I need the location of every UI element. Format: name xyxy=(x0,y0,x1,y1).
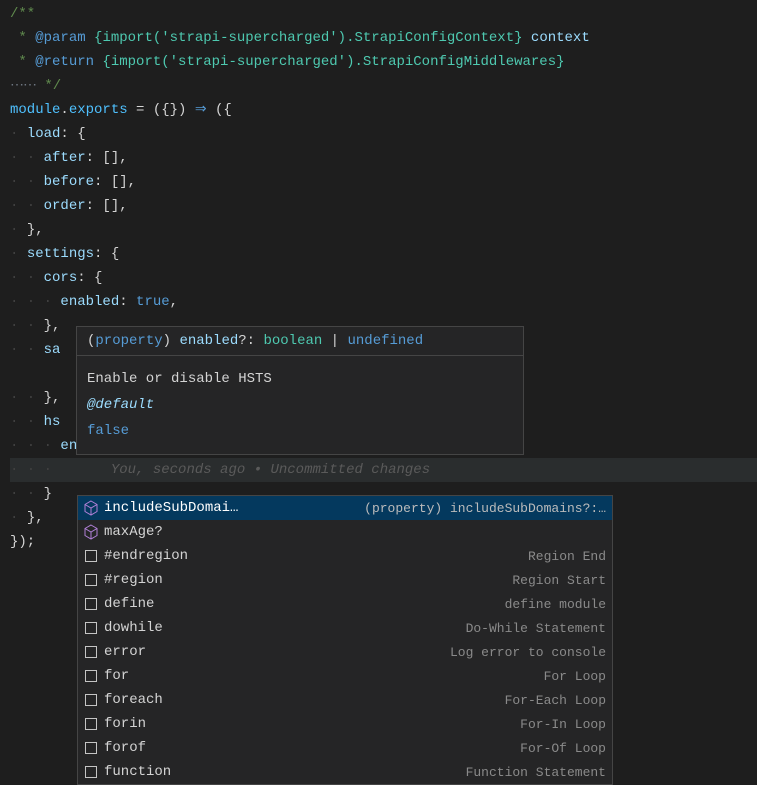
code-line: · }, xyxy=(10,218,757,242)
snippet-icon xyxy=(82,715,100,733)
suggest-item[interactable]: dowhile Do-While Statement xyxy=(78,616,612,640)
suggest-item[interactable]: maxAge? xyxy=(78,520,612,544)
code-line: · · before: [], xyxy=(10,170,757,194)
suggest-item[interactable]: forof For-Of Loop xyxy=(78,736,612,760)
suggest-item[interactable]: for For Loop xyxy=(78,664,612,688)
suggest-item-label: forof xyxy=(104,740,146,756)
suggest-item-detail: define module xyxy=(505,597,606,612)
suggest-item-label: #region xyxy=(104,572,163,588)
code-line: · · · enabled: true, xyxy=(10,290,757,314)
snippet-icon xyxy=(82,547,100,565)
suggest-item[interactable]: function Function Statement xyxy=(78,760,612,784)
code-line: module.exports = ({}) ⇒ ({ xyxy=(10,98,757,122)
code-line: · settings: { xyxy=(10,242,757,266)
autocomplete-popup[interactable]: includeSubDomai… (property) includeSubDom… xyxy=(77,495,613,785)
code-line: ⋯⋯ */ xyxy=(10,74,757,98)
snippet-icon xyxy=(82,643,100,661)
suggest-item[interactable]: forin For-In Loop xyxy=(78,712,612,736)
snippet-icon xyxy=(82,739,100,757)
property-icon xyxy=(82,499,100,517)
code-line: · load: { xyxy=(10,122,757,146)
suggest-item-detail: For Loop xyxy=(544,669,606,684)
snippet-icon xyxy=(82,595,100,613)
suggest-item-label: error xyxy=(104,644,146,660)
suggest-item-label: define xyxy=(104,596,154,612)
git-blame-annotation: You, seconds ago • Uncommitted changes xyxy=(111,462,430,478)
suggest-item[interactable]: #region Region Start xyxy=(78,568,612,592)
suggest-item[interactable]: includeSubDomai… (property) includeSubDom… xyxy=(78,496,612,520)
suggest-item-label: #endregion xyxy=(104,548,188,564)
snippet-icon xyxy=(82,571,100,589)
suggest-item[interactable]: define define module xyxy=(78,592,612,616)
suggest-item-detail: Region End xyxy=(528,549,606,564)
hover-tooltip: (property) enabled?: boolean | undefined… xyxy=(76,326,524,455)
code-line: · · after: [], xyxy=(10,146,757,170)
suggest-item[interactable]: foreach For-Each Loop xyxy=(78,688,612,712)
suggest-item-detail: For-Each Loop xyxy=(505,693,606,708)
suggest-item-detail: Region Start xyxy=(512,573,606,588)
code-editor[interactable]: /** * @param {import('strapi-supercharge… xyxy=(0,0,757,554)
snippet-icon xyxy=(82,691,100,709)
suggest-item-detail: (property) includeSubDomains?:… xyxy=(364,501,606,516)
code-line: * @return {import('strapi-supercharged')… xyxy=(10,50,757,74)
suggest-item[interactable]: #endregion Region End xyxy=(78,544,612,568)
suggest-item-detail: Function Statement xyxy=(466,765,606,780)
suggest-item-label: forin xyxy=(104,716,146,732)
code-line: · · cors: { xyxy=(10,266,757,290)
snippet-icon xyxy=(82,619,100,637)
suggest-item-label: includeSubDomai… xyxy=(104,500,238,516)
code-line: * @param {import('strapi-supercharged').… xyxy=(10,26,757,50)
suggest-item[interactable]: error Log error to console xyxy=(78,640,612,664)
suggest-item-detail: Do-While Statement xyxy=(466,621,606,636)
property-icon xyxy=(82,523,100,541)
code-line-active: · · · You, seconds ago • Uncommitted cha… xyxy=(10,458,757,482)
snippet-icon xyxy=(82,763,100,781)
suggest-item-label: maxAge? xyxy=(104,524,163,540)
hover-documentation: Enable or disable HSTS @default false xyxy=(77,356,523,454)
suggest-item-label: foreach xyxy=(104,692,163,708)
suggest-item-label: dowhile xyxy=(104,620,163,636)
suggest-item-detail: Log error to console xyxy=(450,645,606,660)
suggest-item-label: function xyxy=(104,764,171,780)
code-line: · · order: [], xyxy=(10,194,757,218)
suggest-item-detail: For-In Loop xyxy=(520,717,606,732)
suggest-item-label: for xyxy=(104,668,129,684)
hover-signature: (property) enabled?: boolean | undefined xyxy=(77,327,523,356)
code-line: /** xyxy=(10,2,757,26)
snippet-icon xyxy=(82,667,100,685)
suggest-item-detail: For-Of Loop xyxy=(520,741,606,756)
